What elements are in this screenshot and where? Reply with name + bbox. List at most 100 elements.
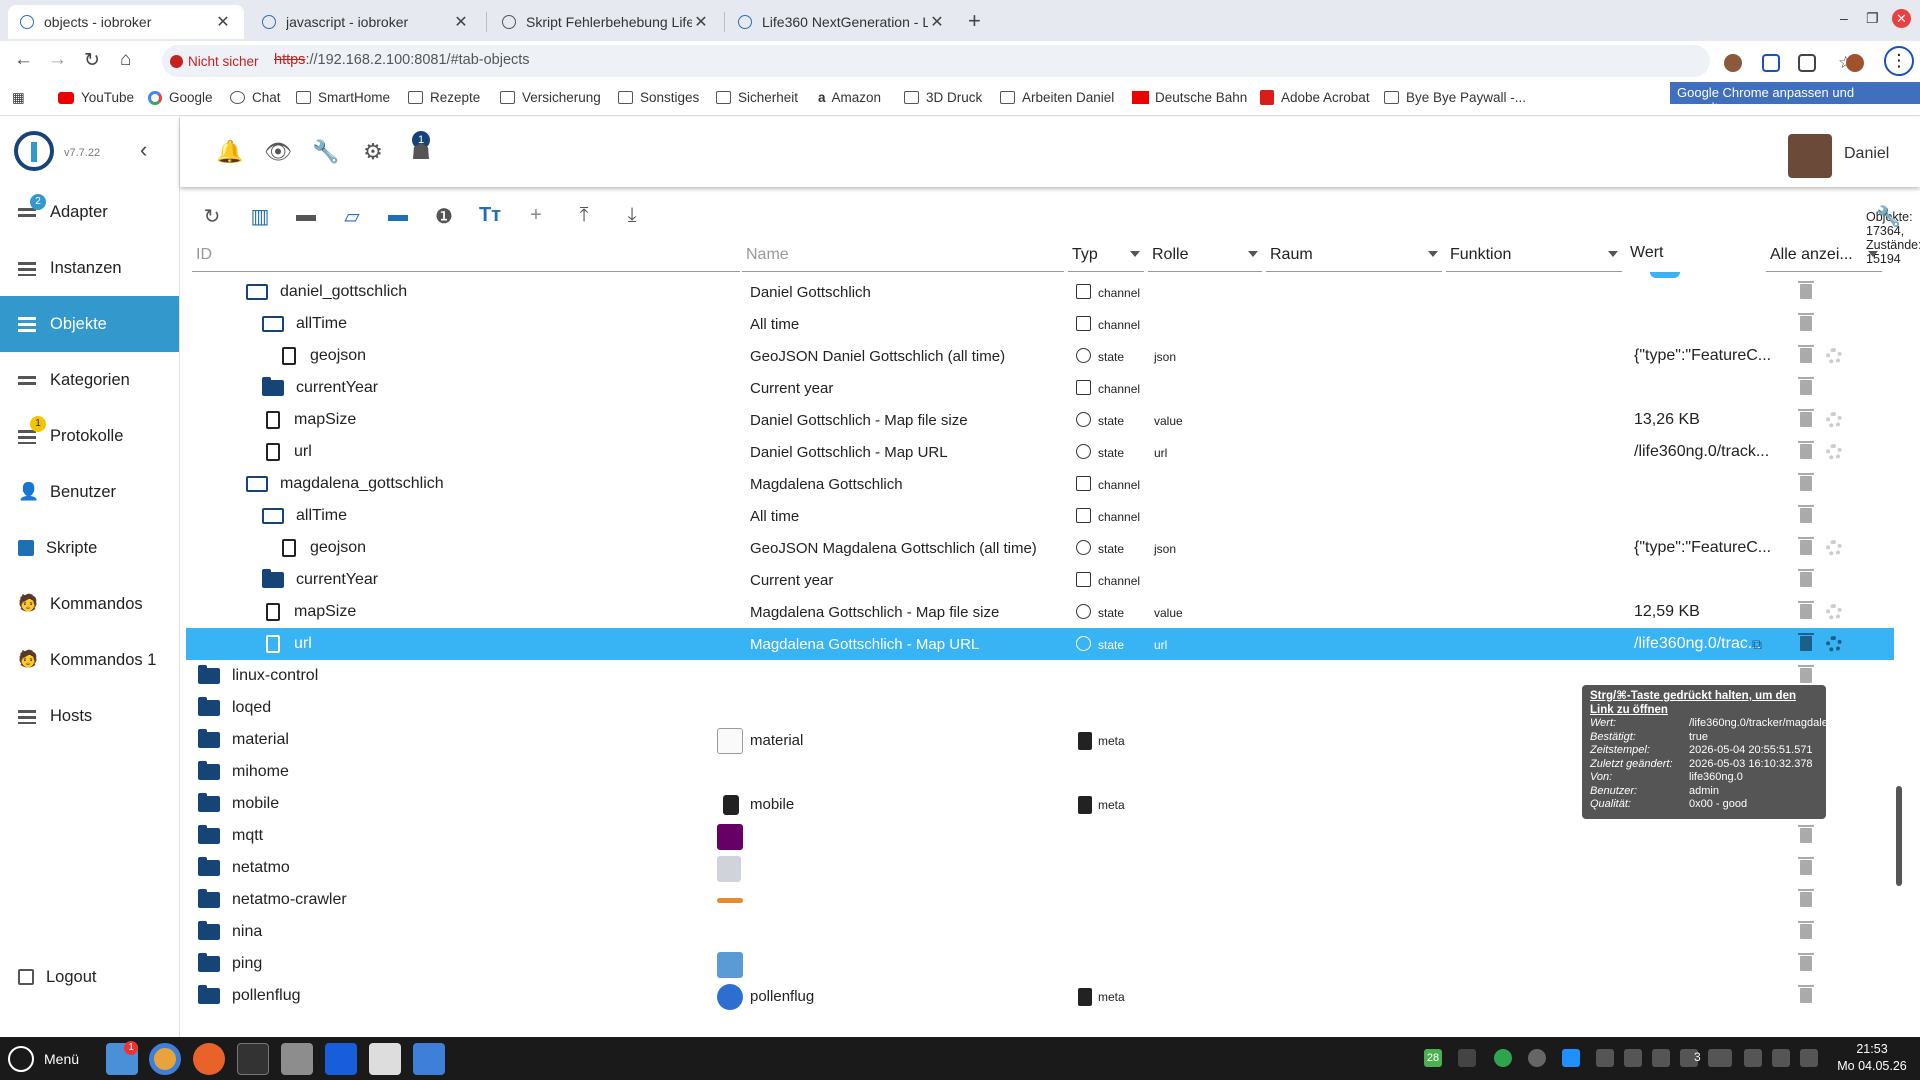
show-all-select[interactable]: Alle anzei... (1766, 240, 1882, 272)
delete-icon[interactable] (1798, 665, 1814, 683)
bookmark-chat[interactable]: Chat (230, 90, 281, 105)
table-row[interactable]: geojson GeoJSON Magdalena Gottschlich (a… (186, 532, 1894, 564)
table-row[interactable]: allTime All time channel (186, 500, 1894, 532)
delete-icon[interactable] (1798, 569, 1814, 587)
profile-avatar-icon[interactable] (1846, 54, 1864, 72)
maximize-button[interactable]: ❐ (1866, 10, 1879, 27)
editor-app-icon[interactable] (413, 1043, 445, 1075)
table-row[interactable]: netatmo-crawler (186, 884, 1894, 916)
table-row[interactable]: url Daniel Gottschlich - Map URL state u… (186, 436, 1894, 468)
calendar-tray-icon[interactable]: 28 (1424, 1049, 1442, 1067)
gear-icon[interactable] (1826, 604, 1842, 620)
security-indicator[interactable]: Nicht sicher (170, 51, 259, 71)
delete-icon[interactable] (1798, 441, 1814, 459)
table-row-selected[interactable]: url Magdalena Gottschlich - Map URL stat… (186, 628, 1894, 660)
table-row[interactable]: magdalena_gottschlich Magdalena Gottschl… (186, 468, 1894, 500)
bookmark-smarthome[interactable]: SmartHome (296, 90, 390, 105)
new-tab-button[interactable]: + (968, 8, 981, 34)
delete-icon[interactable] (1798, 921, 1814, 939)
sidebar-item-kategorien[interactable]: Kategorien (0, 352, 179, 408)
notification-tray-icon[interactable] (1744, 1049, 1762, 1067)
table-row[interactable]: allTime All time channel (186, 308, 1894, 340)
row-value[interactable]: 13,26 KB (1634, 411, 1700, 429)
level-icon[interactable]: ❶ (432, 204, 456, 228)
tab-objects[interactable]: objects - iobroker ✕ (8, 5, 244, 39)
bookmark-deutsche-bahn[interactable]: Deutsche Bahn (1132, 90, 1247, 105)
name-filter-input[interactable]: Name (742, 240, 1064, 272)
sync-tray-icon[interactable] (1562, 1049, 1580, 1067)
delete-icon[interactable] (1798, 505, 1814, 523)
delete-icon[interactable] (1798, 313, 1814, 331)
chrome-app-icon[interactable] (149, 1043, 181, 1075)
delete-icon[interactable] (1798, 281, 1814, 299)
bluetooth-tray-icon[interactable] (1624, 1049, 1642, 1067)
address-bar[interactable]: Nicht sicher https://192.168.2.100:8081/… (162, 45, 1853, 77)
bookmark-sicherheit[interactable]: Sicherheit (716, 90, 798, 105)
table-row[interactable]: currentYear Current year channel (186, 372, 1894, 404)
refresh-icon[interactable]: ↻ (200, 204, 224, 228)
gear-icon[interactable] (1826, 636, 1842, 652)
minimize-button[interactable]: – (1840, 10, 1848, 26)
table-row[interactable]: mqtt (186, 820, 1894, 852)
row-value[interactable]: /life360ng.0/track... (1634, 443, 1769, 461)
apps-grid-icon[interactable]: ▦ (12, 90, 25, 106)
volume-icon[interactable] (1772, 1049, 1790, 1067)
row-value[interactable]: 12,59 KB (1634, 603, 1700, 621)
gear-icon[interactable] (1826, 444, 1842, 460)
monitor-app-icon[interactable] (369, 1043, 401, 1075)
id-filter-input[interactable]: ID (192, 240, 740, 272)
table-row[interactable]: geojson GeoJSON Daniel Gottschlich (all … (186, 340, 1894, 372)
delete-icon[interactable] (1798, 825, 1814, 843)
wrench-icon[interactable]: 🔧 (312, 139, 339, 165)
bookmark-google[interactable]: Google (148, 90, 213, 105)
download-icon[interactable]: ⤓ (620, 204, 644, 228)
sidebar-item-kommandos[interactable]: 🧑 Kommandos (0, 576, 179, 632)
arc-tray-icon[interactable] (1528, 1049, 1546, 1067)
table-row[interactable]: pollenflug pollenflug meta (186, 980, 1894, 1012)
home-button[interactable]: ⌂ (120, 49, 131, 71)
extension-counter-icon[interactable] (1762, 54, 1780, 72)
close-icon[interactable]: ✕ (692, 12, 710, 32)
extension-icon[interactable] (1724, 54, 1742, 72)
firefox-app-icon[interactable] (193, 1043, 225, 1075)
delete-icon[interactable] (1798, 537, 1814, 555)
role-filter-select[interactable]: Rolle (1148, 240, 1262, 272)
room-filter-select[interactable]: Raum (1266, 240, 1442, 272)
sidebar-item-adapter[interactable]: 2 Adapter (0, 184, 179, 240)
bluetooth-tray-icon[interactable] (1596, 1049, 1614, 1067)
chrome-menu-button[interactable]: ⋮ (1884, 46, 1914, 76)
bookmark-adobe-acrobat[interactable]: Adobe Acrobat (1260, 90, 1370, 105)
table-row[interactable]: netatmo (186, 852, 1894, 884)
close-icon[interactable]: ✕ (452, 12, 470, 32)
close-icon[interactable]: ✕ (928, 12, 946, 32)
logout-button[interactable]: Logout (0, 949, 179, 1005)
delete-icon[interactable] (1798, 633, 1814, 651)
gear-icon[interactable] (1826, 348, 1842, 364)
delete-icon[interactable] (1798, 857, 1814, 875)
bookmark-sonstiges[interactable]: Sonstiges (618, 90, 699, 105)
terminal-app-icon[interactable] (237, 1043, 269, 1075)
table-row[interactable]: nina (186, 916, 1894, 948)
table-row[interactable]: currentYear Current year channel (186, 564, 1894, 596)
delete-icon[interactable] (1798, 345, 1814, 363)
type-filter-select[interactable]: Typ (1068, 240, 1144, 272)
wifi-icon[interactable] (1800, 1049, 1818, 1067)
files-app-icon[interactable] (281, 1043, 313, 1075)
table-row[interactable]: mapSize Daniel Gottschlich - Map file si… (186, 404, 1894, 436)
bitwarden-app-icon[interactable] (325, 1043, 357, 1075)
bookmark-bye-bye-paywall[interactable]: Bye Bye Paywall -... (1384, 90, 1526, 105)
table-row[interactable]: mapSize Magdalena Gottschlich - Map file… (186, 596, 1894, 628)
tab-javascript[interactable]: javascript - iobroker ✕ (250, 5, 482, 39)
shield-tray-icon[interactable] (1652, 1049, 1670, 1067)
row-value[interactable]: /life360ng.0/trac... (1634, 635, 1761, 653)
window-close-button[interactable]: ✕ (1892, 9, 1911, 28)
close-icon[interactable]: ✕ (214, 12, 232, 32)
delete-icon[interactable] (1798, 473, 1814, 491)
wrench-icon[interactable]: 🔧 (1876, 204, 1901, 228)
folder-open-icon[interactable]: ▱ (340, 204, 364, 228)
gear-icon[interactable] (1826, 412, 1842, 428)
back-button[interactable]: ← (14, 49, 33, 71)
bookmark-3ddruck[interactable]: 3D Druck (904, 90, 982, 105)
collapse-sidebar-chevron-icon[interactable]: ‹ (140, 137, 147, 163)
columns-icon[interactable]: ▥ (248, 204, 272, 228)
